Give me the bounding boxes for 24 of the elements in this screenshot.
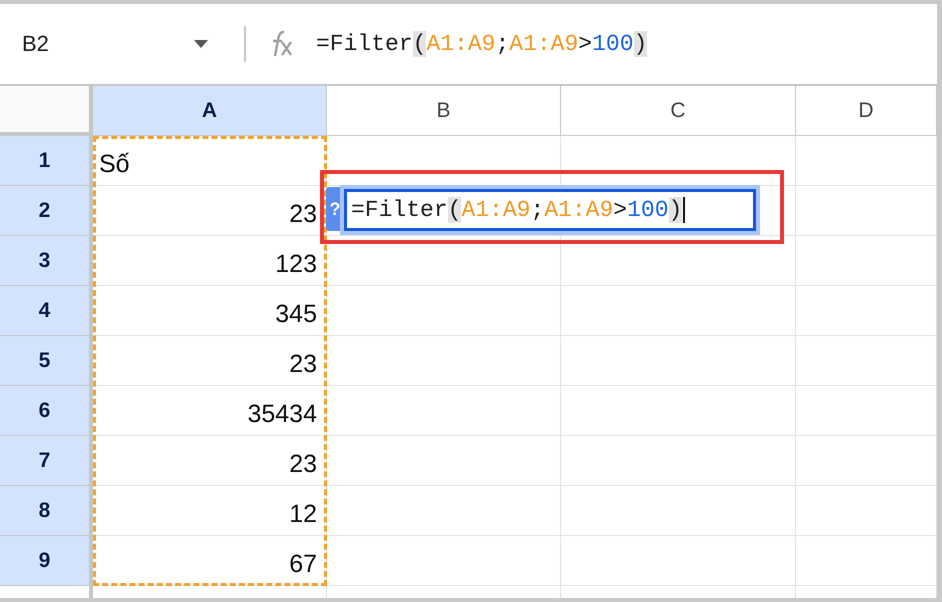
- table-cell: 67: [93, 536, 327, 586]
- row-header[interactable]: 9: [0, 536, 93, 586]
- table-cell: 345: [93, 286, 327, 336]
- table-cell: 23: [93, 336, 327, 386]
- table-cell: 23: [93, 436, 327, 486]
- row-header[interactable]: 2: [0, 186, 93, 236]
- cell-editor[interactable]: =Filter(A1:A9;A1:A9>100): [340, 185, 760, 235]
- column-header[interactable]: C: [561, 86, 796, 136]
- name-box[interactable]: B2: [0, 31, 192, 57]
- row-header[interactable]: 5: [0, 336, 93, 386]
- row-header[interactable]: 3: [0, 236, 93, 286]
- formula-input[interactable]: =Filter(A1:A9;A1:A9>100): [316, 31, 648, 57]
- row-header[interactable]: 7: [0, 436, 93, 486]
- row-header[interactable]: 4: [0, 286, 93, 336]
- row-header[interactable]: 8: [0, 486, 93, 536]
- row-header[interactable]: 6: [0, 386, 93, 436]
- column-header[interactable]: D: [796, 86, 937, 136]
- table-cell: 123: [93, 236, 327, 286]
- table-cell: 35434: [93, 386, 327, 436]
- column-header[interactable]: B: [327, 86, 561, 136]
- row-header[interactable]: 1: [0, 136, 93, 186]
- table-cell: 12: [93, 486, 327, 536]
- column-header[interactable]: A: [93, 86, 327, 136]
- table-cell: Số: [93, 136, 327, 186]
